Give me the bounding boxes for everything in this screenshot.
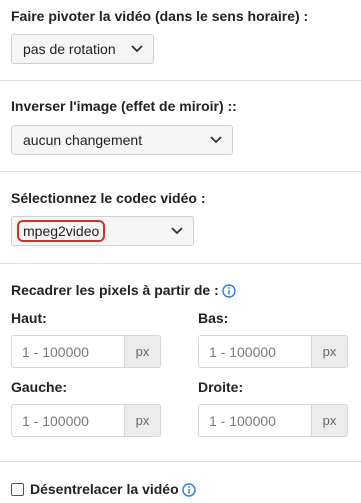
crop-left-input[interactable]	[12, 405, 124, 436]
rotate-select[interactable]: pas de rotation	[11, 34, 154, 64]
deinterlace-checkbox[interactable]	[11, 483, 24, 496]
rotate-label: Faire pivoter la vidéo (dans le sens hor…	[11, 8, 309, 24]
crop-right-input[interactable]	[199, 405, 311, 436]
crop-top-label: Haut:	[11, 310, 47, 326]
mirror-select-value: aucun changement	[23, 132, 143, 148]
chevron-down-icon	[210, 136, 222, 144]
codec-select[interactable]: mpeg2video	[11, 216, 194, 246]
crop-left-label: Gauche:	[11, 379, 68, 395]
divider	[0, 461, 361, 462]
crop-label: Recadrer les pixels à partir de :	[11, 282, 219, 298]
crop-bottom-unit: px	[311, 336, 347, 367]
crop-right-label: Droite:	[198, 379, 244, 395]
codec-select-value: mpeg2video	[17, 220, 106, 242]
crop-top-input[interactable]	[12, 336, 124, 367]
divider	[0, 171, 361, 172]
deinterlace-label[interactable]: Désentrelacer la vidéo	[30, 481, 179, 497]
crop-label-text: Recadrer les pixels à partir de :	[11, 282, 219, 298]
crop-right-unit: px	[311, 405, 347, 436]
divider	[0, 80, 361, 81]
crop-bottom-input[interactable]	[199, 336, 311, 367]
crop-left-unit: px	[124, 405, 160, 436]
chevron-down-icon	[131, 45, 143, 53]
divider	[0, 263, 361, 264]
chevron-down-icon	[171, 227, 183, 235]
info-icon[interactable]	[222, 284, 236, 298]
rotate-select-value: pas de rotation	[23, 41, 116, 57]
crop-top-field[interactable]: px	[11, 335, 161, 368]
info-icon[interactable]	[182, 483, 196, 497]
crop-left-field[interactable]: px	[11, 404, 161, 437]
codec-label: Sélectionnez le codec vidéo :	[11, 190, 206, 206]
mirror-select[interactable]: aucun changement	[11, 125, 233, 155]
crop-bottom-label: Bas:	[198, 310, 229, 326]
crop-bottom-field[interactable]: px	[198, 335, 348, 368]
crop-top-unit: px	[124, 336, 160, 367]
mirror-label: Inverser l'image (effet de miroir) ::	[11, 98, 237, 114]
crop-right-field[interactable]: px	[198, 404, 348, 437]
